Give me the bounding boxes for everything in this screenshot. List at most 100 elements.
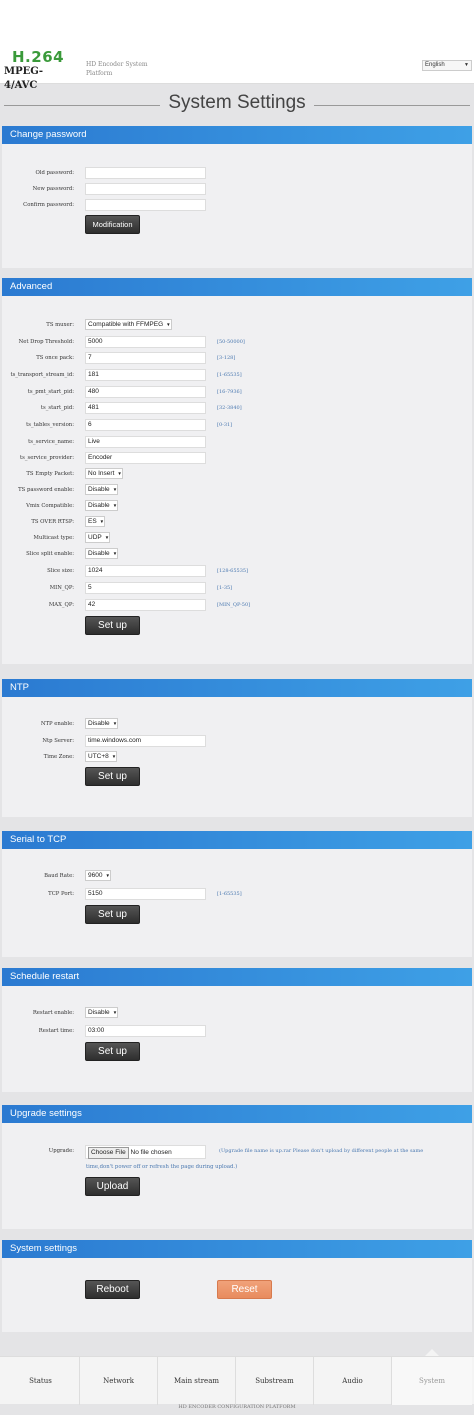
advanced-input[interactable]: Live (85, 436, 206, 448)
advanced-input[interactable]: 6 (85, 419, 206, 431)
advanced-select-value: UDP (88, 534, 102, 541)
old-password-row: Old password: (2, 167, 472, 179)
platform-subtitle: HD Encoder System Platform (86, 61, 148, 77)
advanced-range-hint: [32-3840] (217, 405, 242, 411)
baud-rate-label: Baud Rate: (44, 873, 74, 879)
advanced-row: TS muxer: Compatible with FFMPEG ▼ (2, 319, 472, 331)
advanced-row: TS Empty Packet: No Insert ▼ (2, 468, 472, 480)
advanced-select[interactable]: ES ▼ (85, 516, 106, 527)
advanced-field-label: TS Empty Packet: (26, 471, 74, 477)
advanced-range-hint: [128-65535] (217, 568, 249, 574)
advanced-select[interactable]: Disable ▼ (85, 548, 119, 559)
advanced-input[interactable]: 481 (85, 402, 206, 414)
baud-rate-select[interactable]: 9600 ▼ (85, 870, 111, 881)
new-password-field[interactable] (85, 183, 206, 195)
logo-line1: H.264 (12, 48, 65, 66)
chevron-down-icon: ▼ (112, 487, 118, 492)
nav-substream[interactable]: Substream (236, 1357, 314, 1405)
old-password-label: Old password: (35, 170, 74, 176)
advanced-input[interactable]: 1024 (85, 565, 206, 577)
serial-header: Serial to TCP (2, 831, 472, 849)
chevron-down-icon: ▼ (104, 535, 110, 540)
file-input[interactable]: Choose File No file chosen (85, 1145, 206, 1159)
upgrade-row: Upgrade: Choose File No file chosen (Upg… (2, 1145, 472, 1159)
advanced-field-label: MIN_QP: (49, 585, 74, 591)
advanced-field-label: Multicast type: (33, 535, 74, 541)
advanced-input[interactable]: 5000 (85, 336, 206, 348)
advanced-input[interactable]: 42 (85, 599, 206, 611)
advanced-setup-button[interactable]: Set up (85, 616, 140, 635)
advanced-input[interactable]: 5 (85, 582, 206, 594)
title-rule-right (314, 105, 470, 106)
footer-text: HD ENCODER CONFIGURATION PLATFORM (178, 1404, 296, 1410)
tcp-port-label: TCP Port: (48, 891, 74, 897)
advanced-select[interactable]: Disable ▼ (85, 484, 119, 495)
advanced-range-hint: [16-7936] (217, 389, 242, 395)
new-password-row: New password: (2, 183, 472, 195)
chevron-down-icon: ▼ (464, 62, 469, 68)
advanced-row: Slice size: 1024 [128-65535] (2, 565, 472, 577)
advanced-field-label: Slice size: (47, 568, 74, 574)
reboot-button[interactable]: Reboot (85, 1280, 140, 1299)
nav-system[interactable]: System (392, 1357, 472, 1405)
system-header: System settings (2, 1240, 472, 1258)
chevron-down-icon: ▼ (112, 1010, 118, 1015)
language-select[interactable]: English ▼ (422, 60, 472, 71)
choose-file-button[interactable]: Choose File (88, 1147, 129, 1159)
advanced-input[interactable]: Encoder (85, 452, 206, 464)
schedule-setup-button[interactable]: Set up (85, 1042, 140, 1061)
restart-time-field[interactable]: 03:00 (85, 1025, 206, 1037)
confirm-password-field[interactable] (85, 199, 206, 211)
chevron-down-icon: ▼ (111, 754, 117, 759)
tcp-port-field[interactable]: 5150 (85, 888, 206, 900)
ntp-enable-value: Disable (88, 720, 110, 727)
modification-button[interactable]: Modification (85, 215, 140, 234)
advanced-range-hint: [1-35] (217, 585, 233, 591)
advanced-row: Net Drop Threshold: 5000 [50-50000] (2, 336, 472, 348)
advanced-input[interactable]: 7 (85, 352, 206, 364)
advanced-range-hint: [MIN_QP-50] (217, 602, 251, 608)
nav-main-stream[interactable]: Main stream (158, 1357, 236, 1405)
language-value: English (425, 62, 445, 68)
serial-setup-button[interactable]: Set up (85, 905, 140, 924)
advanced-field-label: TS muxer: (46, 322, 74, 328)
restart-time-row: Restart time: 03:00 (2, 1025, 472, 1037)
restart-enable-select[interactable]: Disable ▼ (85, 1007, 119, 1018)
reset-button[interactable]: Reset (217, 1280, 272, 1299)
schedule-section: Schedule restart Restart enable: Disable… (2, 968, 472, 1092)
ntp-setup-button[interactable]: Set up (85, 767, 140, 786)
upgrade-label: Upgrade: (48, 1148, 74, 1154)
advanced-row: MAX_QP: 42 [MIN_QP-50] (2, 599, 472, 611)
title-rule-left (4, 105, 160, 106)
advanced-input[interactable]: 480 (85, 386, 206, 398)
upload-button[interactable]: Upload (85, 1177, 140, 1196)
advanced-field-label: ts_start_pid: (40, 405, 74, 411)
baud-rate-row: Baud Rate: 9600 ▼ (2, 870, 472, 882)
old-password-field[interactable] (85, 167, 206, 179)
advanced-field-label: TS once pack: (36, 355, 74, 361)
confirm-password-label: Confirm password: (23, 202, 74, 208)
advanced-field-label: ts_service_provider: (20, 455, 74, 461)
advanced-section: Advanced TS muxer: Compatible with FFMPEG… (2, 278, 472, 664)
ntp-enable-select[interactable]: Disable ▼ (85, 718, 119, 729)
advanced-select[interactable]: Disable ▼ (85, 500, 119, 511)
time-zone-select[interactable]: UTC+8 ▼ (85, 751, 118, 762)
advanced-select[interactable]: Compatible with FFMPEG ▼ (85, 319, 172, 330)
ntp-header: NTP (2, 679, 472, 697)
chevron-down-icon: ▼ (112, 551, 118, 556)
advanced-select[interactable]: No Insert ▼ (85, 468, 123, 479)
advanced-select[interactable]: UDP ▼ (85, 532, 111, 543)
advanced-row: TS password enable: Disable ▼ (2, 484, 472, 496)
header: H.264 MPEG-4/AVC HD Encoder System Platf… (0, 0, 474, 91)
baud-rate-value: 9600 (88, 872, 103, 879)
advanced-field-label: MAX_QP: (48, 602, 74, 608)
advanced-input[interactable]: 181 (85, 369, 206, 381)
advanced-row: ts_service_provider: Encoder (2, 452, 472, 464)
ntp-server-field[interactable]: time.windows.com (85, 735, 206, 747)
advanced-row: Multicast type: UDP ▼ (2, 532, 472, 544)
restart-time-label: Restart time: (38, 1028, 74, 1034)
nav-status[interactable]: Status (2, 1357, 80, 1405)
footer-nav: Status Network Main stream Substream Aud… (0, 1356, 474, 1405)
nav-network[interactable]: Network (80, 1357, 158, 1405)
nav-audio[interactable]: Audio (314, 1357, 392, 1405)
